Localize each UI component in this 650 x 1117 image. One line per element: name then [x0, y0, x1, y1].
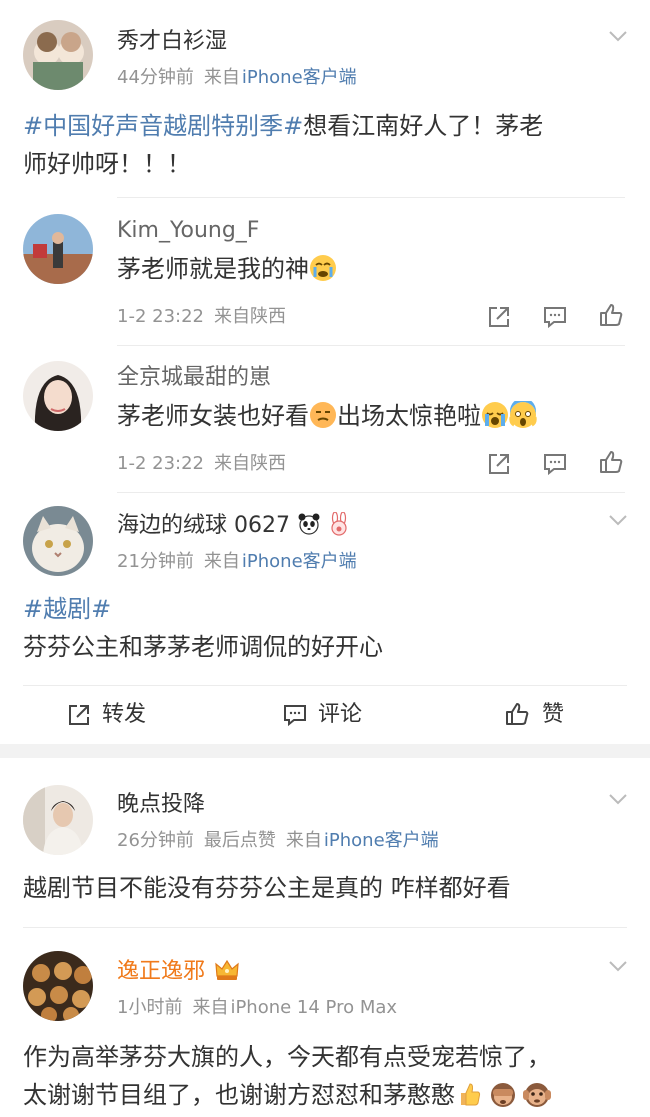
- avatar[interactable]: [23, 214, 93, 284]
- reply-text-content: 茅老师就是我的神: [117, 255, 309, 283]
- username[interactable]: 晚点投降: [117, 790, 205, 820]
- timestamp: 44分钟前: [117, 67, 194, 88]
- reply-meta: 1-2 23:22 来自陕西: [117, 305, 286, 329]
- crown-icon: [215, 959, 239, 980]
- comment-icon: [284, 705, 306, 727]
- share-icon: [69, 705, 89, 725]
- location: 来自陕西: [214, 306, 286, 327]
- thumbs-up-icon[interactable]: [598, 449, 624, 475]
- reply-meta: 1-2 23:22 来自陕西: [117, 452, 286, 476]
- source-prefix: 来自: [285, 830, 322, 851]
- divider: [117, 197, 625, 198]
- last-liked: 最后点赞: [203, 830, 276, 851]
- like-button[interactable]: 赞: [504, 700, 594, 730]
- post-text-line: 芬芬公主和茅茅老师调侃的好开心: [23, 633, 383, 661]
- reply-text: 茅老师女装也好看 出场太惊艳啦: [117, 397, 537, 435]
- post-meta: 26分钟前 最后点赞 来自 iPhone客户端: [117, 829, 439, 853]
- thumbs-up-icon: [506, 703, 529, 725]
- hashtag-link[interactable]: #中国好声音越剧特别季#: [23, 112, 303, 140]
- post-text: 越剧节目不能没有芬芬公主是真的 咋样都好看: [23, 874, 511, 902]
- hashtag-link[interactable]: #越剧#: [23, 595, 111, 623]
- timestamp: 1-2 23:22: [117, 306, 204, 327]
- post-text: #越剧# 芬芬公主和茅茅老师调侃的好开心: [23, 590, 633, 666]
- source-link[interactable]: iPhone客户端: [242, 551, 357, 572]
- unamused-face-icon: [310, 402, 336, 428]
- chevron-down-icon[interactable]: [609, 514, 627, 526]
- post-text-line: 太谢谢节目组了，也谢谢方怼怼和茅憨憨: [23, 1081, 455, 1109]
- thumbs-up-icon[interactable]: [598, 302, 624, 328]
- post-meta: 21分钟前 来自 iPhone客户端: [117, 550, 357, 574]
- panda-icon: [298, 513, 320, 535]
- reply-text-content: 出场太惊艳啦: [337, 402, 481, 430]
- chevron-down-icon[interactable]: [609, 30, 627, 42]
- timestamp: 26分钟前: [117, 830, 194, 851]
- thumbs-up-emoji-icon: [461, 1083, 481, 1106]
- post-text-line: 想看江南好人了！茅老: [303, 112, 544, 140]
- source-prefix: 来自: [192, 997, 229, 1018]
- source-link[interactable]: iPhone 14 Pro Max: [230, 997, 397, 1018]
- timestamp: 21分钟前: [117, 551, 194, 572]
- username[interactable]: 海边的绒球 0627: [117, 511, 350, 541]
- crying-face-icon: [310, 255, 336, 281]
- source-prefix: 来自: [203, 551, 240, 572]
- username-text: 逸正逸邪: [117, 959, 206, 984]
- avatar[interactable]: [23, 20, 93, 90]
- location: 来自陕西: [214, 453, 286, 474]
- forward-label: 转发: [102, 702, 147, 727]
- forward-button[interactable]: 转发: [66, 700, 176, 730]
- reply-username[interactable]: 全京城最甜的崽: [117, 363, 271, 393]
- timestamp: 1-2 23:22: [117, 453, 204, 474]
- divider: [23, 685, 627, 686]
- post-text: #中国好声音越剧特别季#想看江南好人了！茅老 师好帅呀！！！: [23, 107, 633, 183]
- timestamp: 1小时前: [117, 997, 183, 1018]
- reply-text: 茅老师就是我的神: [117, 250, 337, 288]
- source-link[interactable]: iPhone客户端: [242, 67, 357, 88]
- chevron-down-icon[interactable]: [609, 960, 627, 972]
- loudly-crying-face-icon: [482, 402, 508, 428]
- avatar[interactable]: [23, 506, 93, 576]
- post-text-line: 作为高举茅芬大旗的人，今天都有点受宠若惊了，: [23, 1043, 551, 1071]
- hear-no-evil-monkey-icon: [523, 1083, 551, 1107]
- comment-icon[interactable]: [542, 451, 568, 477]
- divider: [117, 345, 625, 346]
- chevron-down-icon[interactable]: [609, 793, 627, 805]
- post-text-line: 师好帅呀！！！: [23, 150, 191, 178]
- like-label: 赞: [542, 702, 565, 727]
- section-separator: [0, 744, 650, 758]
- reply-text-content: 茅老师女装也好看: [117, 402, 309, 430]
- username[interactable]: 秀才白衫湿: [117, 27, 227, 57]
- bunny-icon: [331, 511, 347, 536]
- divider: [23, 927, 627, 928]
- source-link[interactable]: iPhone客户端: [324, 830, 439, 851]
- post-meta: 44分钟前 来自 iPhone客户端: [117, 66, 357, 90]
- username-text: 海边的绒球 0627: [117, 513, 290, 538]
- avatar[interactable]: [23, 785, 93, 855]
- comment-label: 评论: [318, 702, 363, 727]
- comment-button[interactable]: 评论: [282, 700, 392, 730]
- post-text: 作为高举茅芬大旗的人，今天都有点受宠若惊了， 太谢谢节目组了，也谢谢方怼怼和茅憨…: [23, 1038, 638, 1114]
- share-icon[interactable]: [486, 304, 512, 330]
- divider: [117, 492, 625, 493]
- see-no-evil-monkey-icon: [491, 1083, 515, 1107]
- share-icon[interactable]: [486, 451, 512, 477]
- comment-icon[interactable]: [542, 304, 568, 330]
- avatar[interactable]: [23, 361, 93, 431]
- reply-username[interactable]: Kim_Young_F: [117, 216, 259, 246]
- post-meta: 1小时前 来自 iPhone 14 Pro Max: [117, 996, 397, 1020]
- avatar[interactable]: [23, 951, 93, 1021]
- screaming-face-icon: [509, 401, 537, 428]
- username[interactable]: 逸正逸邪: [117, 957, 240, 987]
- source-prefix: 来自: [203, 67, 240, 88]
